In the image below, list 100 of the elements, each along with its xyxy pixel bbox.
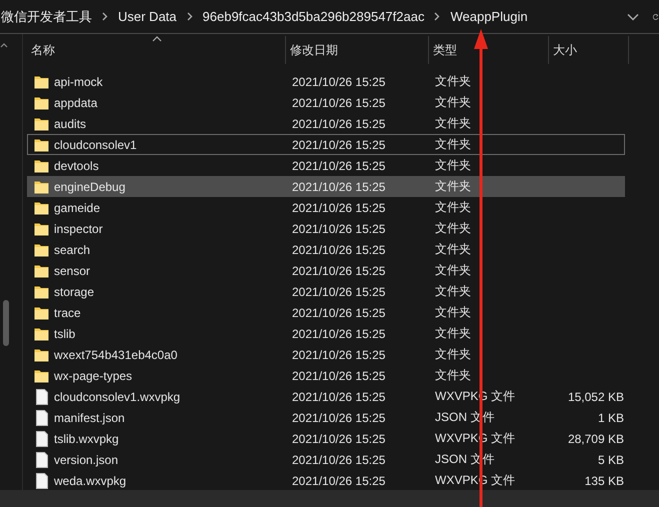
folder-icon <box>34 200 49 214</box>
column-header[interactable]: 名称 <box>27 36 286 64</box>
folder-icon <box>34 222 49 236</box>
type-cell: 文件夹 <box>435 325 471 342</box>
folder-icon <box>34 326 49 340</box>
breadcrumb-item[interactable]: 微信开发者工具 <box>1 8 92 26</box>
file-row[interactable]: sensor 2021/10/26 15:25 文件夹 <box>27 260 625 281</box>
date-cell: 2021/10/26 15:25 <box>292 474 386 488</box>
date-cell: 2021/10/26 15:25 <box>292 284 386 298</box>
type-cell: 文件夹 <box>435 241 471 258</box>
column-header[interactable]: 大小 <box>549 36 629 64</box>
date-cell: 2021/10/26 15:25 <box>292 306 386 320</box>
type-cell: 文件夹 <box>435 262 471 279</box>
file-name: sensor <box>54 264 90 278</box>
file-row[interactable]: engineDebug 2021/10/26 15:25 文件夹 <box>27 176 625 197</box>
file-row[interactable]: tslib 2021/10/26 15:25 文件夹 <box>27 323 625 344</box>
type-cell: 文件夹 <box>435 178 471 195</box>
date-cell: 2021/10/26 15:25 <box>292 116 386 130</box>
file-row[interactable]: storage 2021/10/26 15:25 文件夹 <box>27 281 625 302</box>
folder-icon <box>34 284 49 298</box>
folder-icon <box>34 242 49 256</box>
folder-icon <box>34 116 49 130</box>
date-cell: 2021/10/26 15:25 <box>292 96 386 110</box>
file-name: engineDebug <box>54 180 126 194</box>
file-row[interactable]: audits 2021/10/26 15:25 文件夹 <box>27 113 625 134</box>
file-icon <box>34 452 49 468</box>
scroll-up-icon[interactable] <box>0 42 8 48</box>
date-cell: 2021/10/26 15:25 <box>292 138 386 152</box>
file-row[interactable]: appdata 2021/10/26 15:25 文件夹 <box>27 92 625 113</box>
file-row[interactable]: inspector 2021/10/26 15:25 文件夹 <box>27 218 625 239</box>
date-cell: 2021/10/26 15:25 <box>292 410 386 424</box>
size-cell: 135 KB <box>584 474 624 488</box>
folder-icon <box>34 264 49 278</box>
type-cell: 文件夹 <box>435 304 471 321</box>
folder-icon <box>34 306 49 320</box>
date-cell: 2021/10/26 15:25 <box>292 348 386 362</box>
file-row[interactable]: wx-page-types 2021/10/26 15:25 文件夹 <box>27 365 625 386</box>
size-cell: 5 KB <box>598 452 624 466</box>
file-name: wxext754b431eb4c0a0 <box>54 348 178 362</box>
date-cell: 2021/10/26 15:25 <box>292 158 386 172</box>
folder-icon <box>34 158 49 172</box>
file-name: tslib.wxvpkg <box>54 432 119 446</box>
date-cell: 2021/10/26 15:25 <box>292 222 386 236</box>
file-row[interactable]: devtools 2021/10/26 15:25 文件夹 <box>27 155 625 176</box>
file-row[interactable]: api-mock 2021/10/26 15:25 文件夹 <box>27 71 625 92</box>
type-cell: 文件夹 <box>435 283 471 300</box>
file-icon <box>34 430 49 446</box>
file-row[interactable]: cloudconsolev1 2021/10/26 15:25 文件夹 <box>27 134 625 155</box>
file-name: tslib <box>54 326 76 340</box>
file-row[interactable]: wxext754b431eb4c0a0 2021/10/26 15:25 文件夹 <box>27 344 625 365</box>
file-name: cloudconsolev1.wxvpkg <box>54 390 180 404</box>
chevron-right-icon <box>434 12 440 21</box>
type-cell: 文件夹 <box>435 220 471 237</box>
chevron-right-icon <box>186 12 193 21</box>
date-cell: 2021/10/26 15:25 <box>292 452 386 466</box>
file-name: devtools <box>54 158 99 172</box>
breadcrumb-item[interactable]: 96eb9fcac43b3d5ba296b289547f2aac <box>202 9 424 24</box>
column-header[interactable]: 修改日期 <box>286 36 429 64</box>
breadcrumb-item[interactable]: User Data <box>118 9 177 24</box>
type-cell: 文件夹 <box>435 157 471 174</box>
file-row[interactable]: gameide 2021/10/26 15:25 文件夹 <box>27 197 625 218</box>
date-cell: 2021/10/26 15:25 <box>292 200 386 214</box>
file-row[interactable]: trace 2021/10/26 15:25 文件夹 <box>27 302 625 323</box>
size-cell: 1 KB <box>598 410 624 424</box>
chevron-right-icon <box>102 12 108 21</box>
date-cell: 2021/10/26 15:25 <box>292 368 386 382</box>
type-cell: 文件夹 <box>435 346 471 363</box>
folder-icon <box>34 348 49 362</box>
size-cell: 28,709 KB <box>568 432 624 446</box>
folder-icon <box>34 74 49 88</box>
folder-icon <box>34 368 49 382</box>
date-cell: 2021/10/26 15:25 <box>292 264 386 278</box>
type-cell: 文件夹 <box>435 199 471 216</box>
scrollbar-thumb[interactable] <box>3 300 9 346</box>
type-cell: 文件夹 <box>435 73 471 90</box>
file-icon <box>34 388 49 404</box>
date-cell: 2021/10/26 15:25 <box>292 242 386 256</box>
file-icon <box>34 472 49 488</box>
type-cell: 文件夹 <box>435 136 471 153</box>
folder-icon <box>34 96 49 110</box>
dropdown-icon[interactable] <box>627 12 639 20</box>
breadcrumb-item[interactable]: WeappPlugin <box>450 9 528 24</box>
size-cell: 15,052 KB <box>568 390 624 404</box>
file-name: gameide <box>54 200 100 214</box>
sort-caret-icon <box>152 36 162 42</box>
file-name: inspector <box>54 222 103 236</box>
date-cell: 2021/10/26 15:25 <box>292 432 386 446</box>
folder-icon <box>34 180 49 194</box>
file-name: api-mock <box>54 74 103 88</box>
file-name: weda.wxvpkg <box>54 474 126 488</box>
date-cell: 2021/10/26 15:25 <box>292 390 386 404</box>
date-cell: 2021/10/26 15:25 <box>292 326 386 340</box>
type-cell: 文件夹 <box>435 367 471 384</box>
date-cell: 2021/10/26 15:25 <box>292 74 386 88</box>
folder-icon <box>34 138 49 152</box>
horizontal-scrollbar[interactable] <box>0 490 659 507</box>
file-name: cloudconsolev1 <box>54 138 137 152</box>
file-name: manifest.json <box>54 410 125 424</box>
file-row[interactable]: search 2021/10/26 15:25 文件夹 <box>27 239 625 260</box>
file-name: appdata <box>54 96 98 110</box>
